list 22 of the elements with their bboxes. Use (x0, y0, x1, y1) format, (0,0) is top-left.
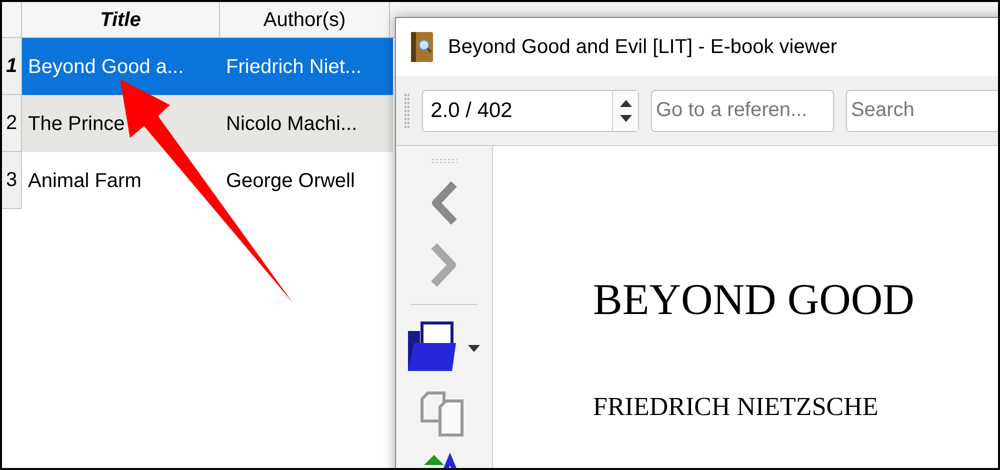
book-author: FRIEDRICH NIETZSCHE (593, 394, 880, 420)
window-title: Beyond Good and Evil [LIT] - E-book viewer (448, 35, 838, 60)
table-cell-text: George Orwell (225, 168, 356, 194)
table-row[interactable]: The Prince Nicolo Machi... (22, 95, 393, 152)
book-icon (408, 31, 436, 63)
table-cell-text: The Prince (27, 112, 126, 136)
row-number: 3 (2, 152, 22, 209)
table-cell-text: Nicolo Machi... (225, 112, 358, 136)
open-folder-icon[interactable] (406, 321, 482, 373)
reference-field[interactable]: Go to a referen... (651, 90, 834, 132)
search-field[interactable]: Search (846, 90, 998, 132)
down-arrow-icon[interactable] (620, 114, 632, 122)
table-cell-text: Beyond Good a... (27, 54, 185, 80)
table-cell-text: Animal Farm (27, 168, 142, 194)
column-header[interactable]: Title (22, 2, 220, 37)
page-spinbox[interactable]: 2.0 / 402 (422, 90, 639, 132)
book-heading: BEYOND GOOD (593, 278, 916, 322)
row-number: 2 (2, 95, 22, 152)
table-cell-text: Friedrich Niet... (225, 54, 363, 80)
row-number: 1 (2, 38, 22, 95)
table-row[interactable]: Beyond Good a... Friedrich Niet... (22, 38, 393, 95)
up-arrow-icon[interactable] (620, 100, 632, 106)
